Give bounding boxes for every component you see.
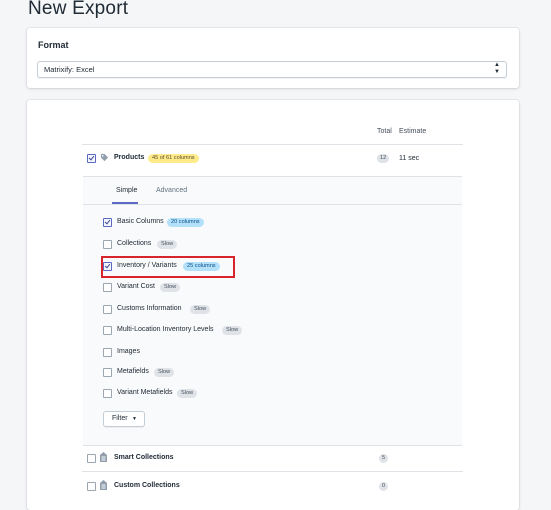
option-label: Customs Information — [117, 305, 182, 312]
images-checkbox[interactable] — [103, 348, 112, 357]
option-badge: Slow — [160, 283, 181, 292]
option-label: Metafields — [117, 368, 149, 375]
products-checkbox[interactable] — [87, 154, 96, 163]
option-label: Variant Metafields — [117, 389, 173, 396]
collections-checkbox[interactable] — [103, 240, 112, 249]
products-columns-badge: 45 of 61 columns — [148, 154, 199, 163]
option-badge: Slow — [157, 240, 178, 249]
metafields-checkbox[interactable] — [103, 368, 112, 377]
customs-information-checkbox[interactable] — [103, 305, 112, 314]
custom-collections-total: 0 — [379, 482, 389, 491]
entity-row-smart-collections: Smart Collections 5 — [82, 445, 463, 471]
option-badge: Slow — [154, 368, 175, 377]
variant-cost-checkbox[interactable] — [103, 283, 112, 292]
option-label: Basic Columns — [117, 218, 164, 225]
highlight-annotation-box — [101, 256, 235, 278]
entity-row-products: Products 45 of 61 columns 12 11 sec — [82, 145, 463, 171]
option-label: Collections — [117, 240, 152, 247]
tag-icon — [100, 153, 109, 162]
format-select[interactable]: Matrixify: Excel ▲ ▼ — [37, 61, 507, 78]
smart-collections-label: Smart Collections — [114, 454, 174, 461]
option-label: Variant Cost — [117, 283, 155, 290]
collection-icon — [100, 452, 107, 462]
entity-row-custom-collections: Custom Collections 0 — [82, 473, 463, 499]
format-card: Format Matrixify: Excel ▲ ▼ — [27, 28, 519, 88]
products-estimate: 11 sec — [399, 155, 420, 162]
custom-collections-label: Custom Collections — [114, 482, 180, 489]
option-badge: Slow — [222, 326, 243, 335]
filter-button-label: Filter — [112, 415, 128, 422]
basic-columns-checkbox[interactable] — [103, 218, 112, 227]
page-title: New Export — [28, 0, 129, 19]
format-select-value: Matrixify: Excel — [44, 65, 95, 74]
export-entities-card: Total Estimate Products 45 of 61 columns… — [27, 100, 519, 510]
products-total-count: 12 — [377, 154, 390, 163]
variant-metafields-checkbox[interactable] — [103, 389, 112, 398]
smart-collections-checkbox[interactable] — [87, 454, 96, 463]
format-label: Format — [38, 40, 69, 50]
custom-collections-checkbox[interactable] — [87, 482, 96, 491]
tab-simple[interactable]: Simple — [116, 187, 137, 194]
option-badge: Slow — [177, 389, 198, 398]
filter-button[interactable]: Filter ▼ — [103, 411, 145, 427]
column-header-estimate: Estimate — [399, 128, 427, 135]
smart-collections-total: 5 — [379, 454, 389, 463]
caret-down-icon: ▼ — [132, 416, 137, 422]
option-label: Multi-Location Inventory Levels — [117, 326, 214, 333]
products-label: Products — [114, 154, 145, 161]
option-label: Images — [117, 348, 140, 355]
row-divider — [82, 471, 463, 472]
products-options-panel: Simple Advanced Basic Columns 20 columns… — [83, 176, 462, 446]
column-header-total: Total — [377, 128, 392, 135]
multi-location-checkbox[interactable] — [103, 326, 112, 335]
select-arrows-icon: ▲ ▼ — [494, 62, 500, 75]
collection-icon — [100, 480, 107, 490]
option-badge: Slow — [190, 305, 211, 314]
tab-divider — [83, 204, 462, 205]
tab-advanced[interactable]: Advanced — [156, 187, 187, 194]
option-badge: 20 columns — [167, 218, 204, 227]
